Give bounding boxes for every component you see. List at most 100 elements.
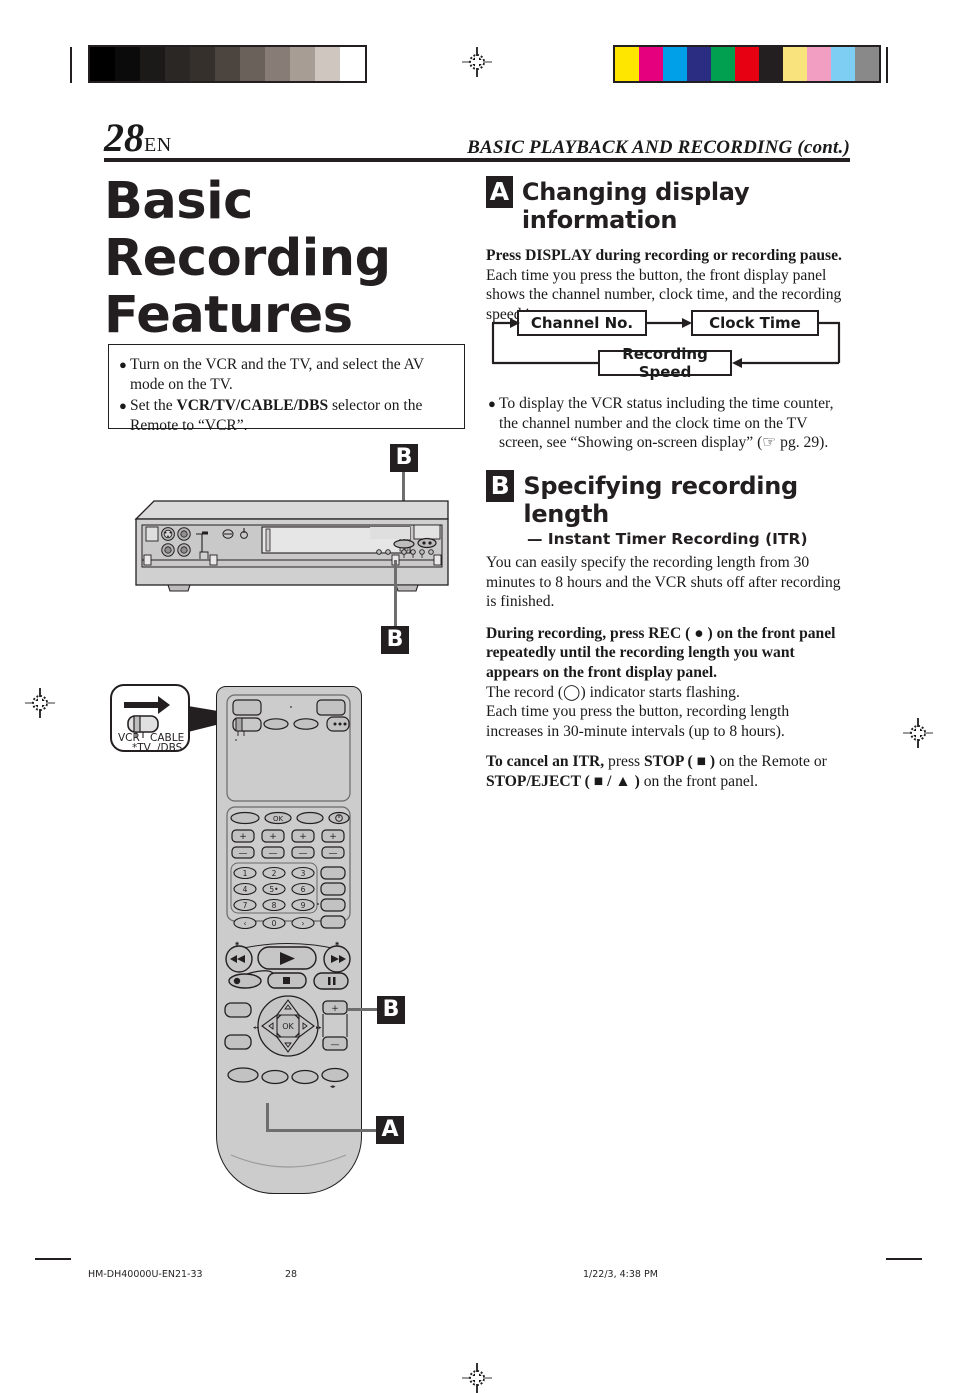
callout-b-vcr-bottom: B — [381, 626, 409, 654]
callout-leader-a-remote-v — [266, 1103, 269, 1131]
registration-mark-left — [25, 688, 55, 718]
svg-text:7: 7 — [243, 901, 248, 910]
crop-mark-bottom-right — [886, 1258, 922, 1260]
prep-note-text-1: Turn on the VCR and the TV, and select t… — [130, 356, 424, 393]
note-item: ● To display the VCR status including th… — [488, 394, 850, 453]
section-b-cancel: To cancel an ITR, press STOP ( ■ ) on th… — [486, 752, 850, 791]
grayscale-calibration-strip — [88, 45, 367, 83]
color-swatch — [807, 47, 831, 81]
color-calibration-bars — [613, 45, 881, 83]
svg-text:—: — — [269, 849, 278, 859]
svg-text:9: 9 — [301, 901, 306, 910]
svg-text:—: — — [299, 849, 308, 859]
section-a: A Changing display information Press DIS… — [486, 176, 850, 324]
page-title-line-3: Features — [104, 286, 353, 345]
gray-swatch — [115, 47, 140, 81]
preparation-note-box: ● Turn on the VCR and the TV, and select… — [108, 344, 465, 434]
list-item: ● Turn on the VCR and the TV, and select… — [119, 355, 452, 394]
crop-mark-top-left — [70, 47, 72, 83]
svg-text:OK: OK — [282, 1022, 294, 1031]
page-title-line-2: Recording — [104, 229, 391, 288]
header-rule — [104, 158, 850, 162]
svg-text:—: — — [239, 849, 248, 859]
page-language-code: EN — [144, 134, 172, 156]
cancel-mid-2: on the Remote or — [715, 753, 827, 771]
cancel-stop-bold: STOP ( ■ ) — [644, 753, 716, 771]
running-head: BASIC PLAYBACK AND RECORDING (cont.) — [467, 137, 850, 158]
section-a-note: ● To display the VCR status including th… — [488, 394, 850, 455]
svg-text:◂◂: ◂◂ — [253, 1025, 259, 1031]
svg-text:‹: ‹ — [244, 919, 247, 928]
page-number-value: 28 — [104, 115, 144, 160]
color-swatch — [615, 47, 639, 81]
section-b-intro: You can easily specify the recording len… — [486, 554, 841, 611]
color-swatch — [735, 47, 759, 81]
svg-text:OK: OK — [273, 815, 284, 823]
bullet-icon: ● — [119, 398, 127, 413]
crop-mark-top-right — [886, 47, 888, 83]
vcr-svg — [134, 500, 449, 592]
svg-text:◉: ◉ — [235, 941, 239, 947]
prep-note-text-2: Set the VCR/TV/CABLE/DBS selector on the… — [130, 396, 452, 435]
svg-text:3: 3 — [301, 869, 306, 878]
color-swatch — [855, 47, 879, 81]
prep-note-2-bold: VCR/TV/CABLE/DBS — [176, 397, 329, 414]
svg-text:◉: ◉ — [335, 941, 339, 947]
selector-label-tv: *TV — [132, 742, 151, 754]
registration-mark-top — [462, 47, 492, 77]
gray-swatch — [290, 47, 315, 81]
section-a-note-text: To display the VCR status including the … — [499, 395, 834, 452]
svg-text:2: 2 — [272, 869, 277, 878]
section-b: B Specifying recording length — Instant … — [486, 470, 850, 792]
section-a-heading: Changing display information — [521, 178, 750, 234]
svg-text:+: + — [329, 832, 337, 842]
vcr-illustration — [118, 497, 458, 602]
page-title: Basic Recording Features — [104, 173, 464, 344]
callout-a-remote-display: A — [376, 1116, 404, 1144]
section-b-heading: Specifying recording length — [523, 472, 798, 528]
registration-mark-right — [903, 718, 933, 748]
svg-text:4: 4 — [243, 885, 248, 894]
remote-svg: OK + + + + — — — — 1 2 3 4 5• 6 7 8 9 ‹ … — [224, 694, 351, 1168]
prep-note-2-before: Set the — [130, 397, 177, 414]
svg-text:+: + — [331, 1004, 339, 1014]
svg-text:▸▸: ▸▸ — [316, 1025, 322, 1031]
section-b-header: B Specifying recording length — [486, 470, 850, 528]
footer-page-number: 28 — [285, 1269, 298, 1280]
gray-swatch — [240, 47, 265, 81]
color-swatch — [639, 47, 663, 81]
display-cycle-diagram: Channel No. Clock Time Recording Speed — [488, 306, 850, 381]
section-b-step-bold: During recording, press REC ( ● ) on the… — [486, 624, 836, 681]
footer-file-id: HM-DH40000U-EN21-33 — [88, 1269, 203, 1280]
flow-connectors — [491, 318, 841, 368]
svg-text:+: + — [239, 832, 247, 842]
svg-text:8: 8 — [272, 901, 277, 910]
page-title-line-1: Basic — [104, 172, 253, 231]
gray-swatch — [90, 47, 115, 81]
section-b-subheading: — Instant Timer Recording (ITR) — [527, 530, 808, 548]
selector-callout-bubble: VCR CABLE *TV /DBS — [110, 684, 190, 754]
gray-swatch — [165, 47, 190, 81]
svg-text:1: 1 — [243, 869, 248, 878]
section-b-step-line-2: Each time you press the button, recordin… — [486, 703, 790, 740]
section-b-step-line-1: The record (◯) indicator starts flashing… — [486, 683, 740, 701]
cancel-lead-bold: To cancel an ITR, — [486, 753, 605, 771]
gray-swatch — [215, 47, 240, 81]
cancel-stopeject-bold: STOP/EJECT ( ■ / ▲ ) — [486, 772, 640, 790]
cancel-mid-1: press — [604, 753, 644, 771]
svg-text:5•: 5• — [269, 885, 278, 894]
bullet-icon: ● — [488, 396, 496, 411]
callout-leader-a-remote-h — [266, 1129, 376, 1132]
svg-text:6: 6 — [301, 885, 306, 894]
color-swatch — [831, 47, 855, 81]
svg-text:◂▸: ◂▸ — [330, 1084, 336, 1090]
callout-leader-b-bottom — [394, 560, 397, 628]
section-b-badge: B — [486, 470, 515, 502]
section-a-badge: A — [486, 176, 513, 208]
color-swatch — [663, 47, 687, 81]
gray-swatch — [265, 47, 290, 81]
selector-label-dbs: /DBS — [157, 742, 183, 754]
registration-mark-bottom — [462, 1363, 492, 1393]
section-a-lead-bold: Press DISPLAY during recording or record… — [486, 247, 842, 264]
callout-b-vcr-top: B — [390, 444, 418, 472]
